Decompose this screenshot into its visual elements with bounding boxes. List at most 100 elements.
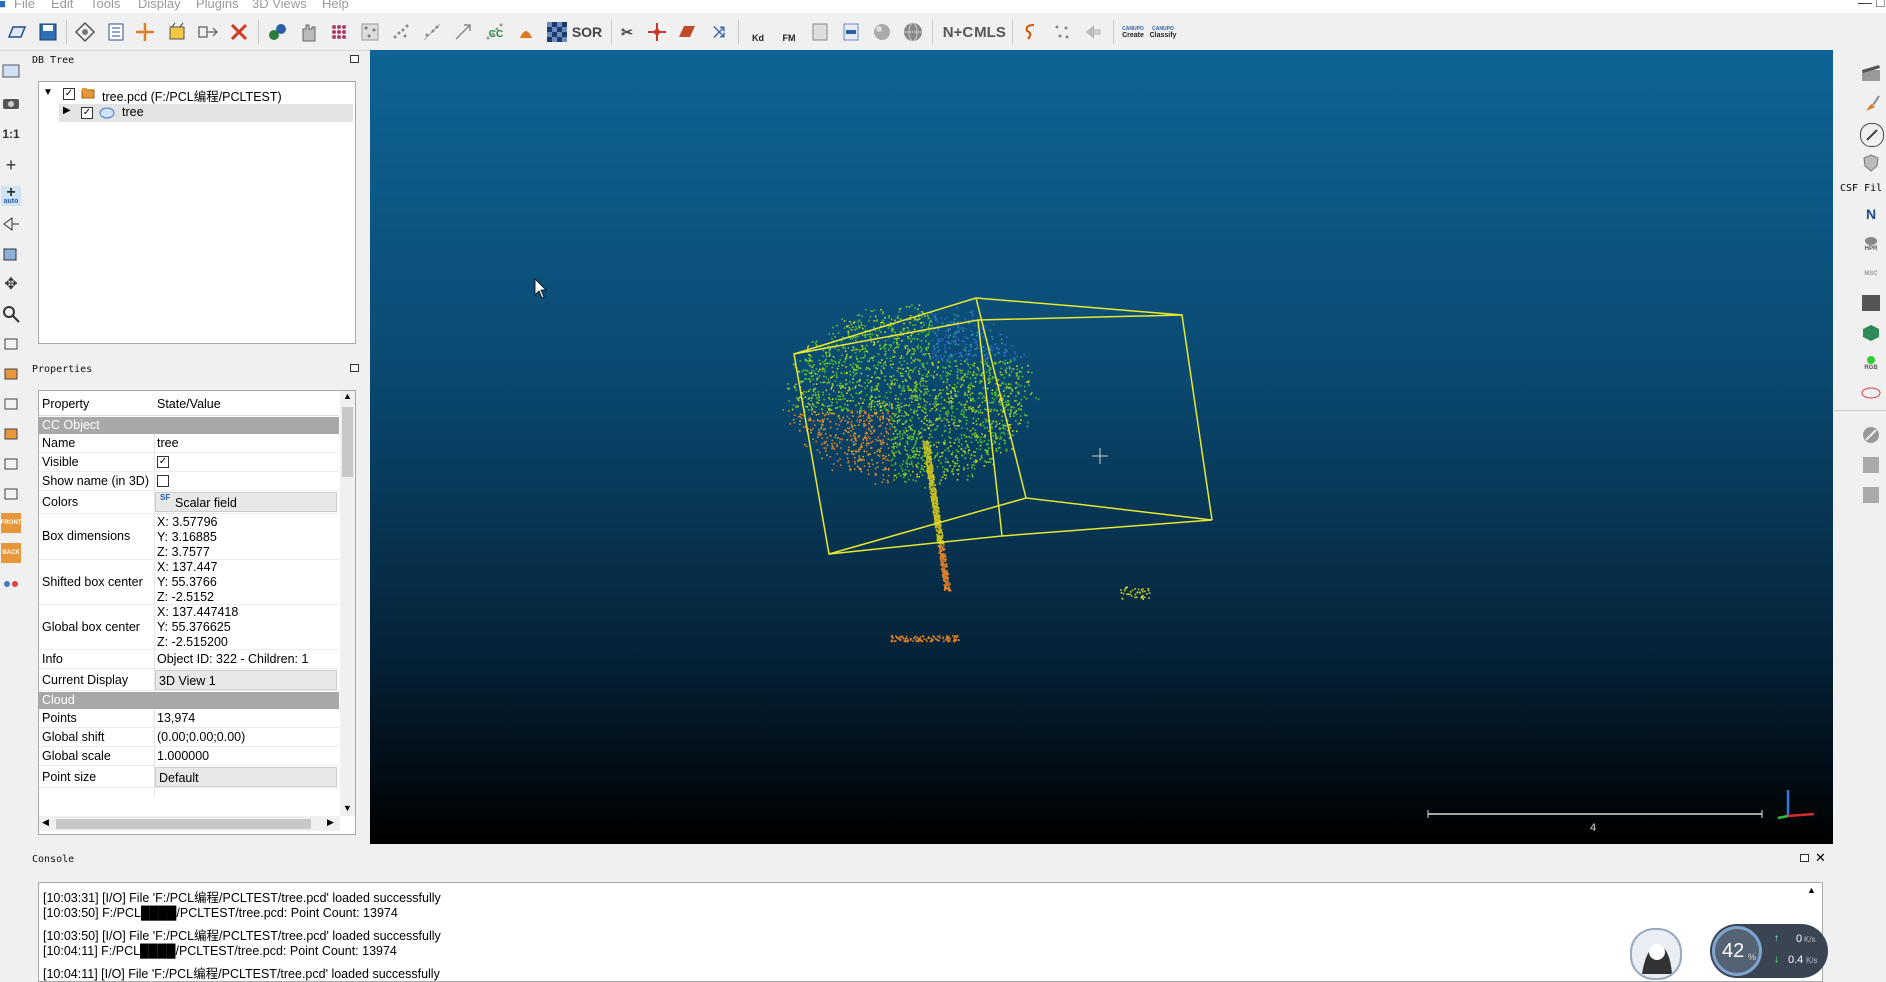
rdv-icon[interactable] [1860, 292, 1882, 314]
network-speed-widget[interactable]: 42 % ↑ 0 K/s ↓ 0.4 K/s [1710, 924, 1828, 978]
delete-icon[interactable] [227, 20, 251, 44]
file-item[interactable]: tree.pcd (F:/PCL编程/PCLTEST) [102, 86, 282, 105]
maximize-button[interactable]: □ [1876, 0, 1884, 10]
north-icon[interactable]: N [1860, 203, 1882, 225]
list-icon[interactable] [104, 20, 128, 44]
compass-icon[interactable] [1860, 123, 1884, 147]
noise-icon[interactable] [389, 20, 413, 44]
menu-display[interactable]: Display [138, 0, 181, 11]
crop-icon[interactable] [165, 20, 189, 44]
file-visible-checkbox[interactable]: ✓ [63, 88, 75, 100]
front-view-icon[interactable] [1, 394, 21, 414]
sor-icon[interactable]: SOR [572, 20, 602, 44]
auto-pivot-button[interactable]: + auto [1, 184, 21, 206]
sphere-icon[interactable] [870, 20, 894, 44]
light-icon[interactable] [1, 244, 21, 264]
export-icon[interactable] [808, 20, 832, 44]
scroll-up-icon[interactable]: ▲ [343, 391, 352, 401]
translate-rotate-icon[interactable] [133, 20, 157, 44]
scale-icon[interactable] [451, 20, 475, 44]
hand-icon[interactable] [296, 20, 320, 44]
clapper-icon[interactable] [1860, 62, 1882, 84]
plane-icon[interactable] [675, 20, 699, 44]
fade-icon[interactable] [1081, 20, 1105, 44]
menu-file[interactable]: File [14, 0, 35, 11]
expand-arrow-icon[interactable]: ▼ [43, 87, 53, 98]
ellipse-icon[interactable] [1860, 382, 1882, 404]
save-icon[interactable] [36, 20, 60, 44]
properties-float-button[interactable] [350, 364, 359, 372]
hscroll-thumb[interactable] [56, 819, 311, 829]
camera-icon[interactable] [1, 93, 21, 113]
view-icon[interactable] [1, 62, 21, 82]
pivot-icon[interactable]: + [1, 155, 21, 175]
graphical-segmentation-icon[interactable] [73, 20, 97, 44]
shield-icon[interactable] [1860, 152, 1882, 174]
perspective-icon[interactable] [1, 214, 21, 234]
current-display-select[interactable]: 3D View 1 [155, 670, 337, 690]
rgb-button[interactable]: RGB [1860, 352, 1882, 374]
menu-tools[interactable]: Tools [90, 0, 120, 11]
menu-plugins[interactable]: Plugins [196, 0, 239, 11]
colors-select[interactable]: SF Scalar field [155, 492, 337, 512]
left-view-icon[interactable] [1, 424, 21, 444]
scroll-down-icon[interactable]: ▼ [343, 803, 352, 813]
iso-view-icon[interactable] [1, 334, 21, 354]
no-entry-icon[interactable] [1860, 424, 1882, 446]
sample-points-icon[interactable] [327, 20, 351, 44]
fm-icon[interactable]: FM [777, 20, 801, 44]
canupo-create-icon[interactable]: CANUPO Create [1121, 20, 1145, 44]
db-tree-float-button[interactable] [350, 55, 359, 63]
front-view-button[interactable]: FRONT [1, 513, 21, 533]
brush-icon[interactable] [1860, 93, 1882, 115]
translate-icon[interactable]: ✥ [1, 274, 21, 294]
fox-icon[interactable] [514, 20, 538, 44]
subsample-icon[interactable] [358, 20, 382, 44]
move-icon[interactable] [645, 20, 669, 44]
canupo-classify-icon[interactable]: CANUPO Classify [1150, 20, 1177, 44]
properties-hscrollbar[interactable]: ◀ ▶ [39, 816, 340, 831]
register-icon[interactable]: ⤨ [707, 20, 731, 44]
merge-icon[interactable] [196, 20, 220, 44]
msc-button[interactable]: MSC [1860, 263, 1882, 285]
cc-label[interactable]: CC [483, 22, 509, 46]
minimize-button[interactable]: — [1858, 0, 1872, 10]
vscroll-thumb[interactable] [342, 407, 353, 477]
menu-3d-views[interactable]: 3D Views [252, 0, 307, 11]
scatter-icon[interactable] [420, 20, 444, 44]
cloud-item[interactable]: tree [122, 105, 144, 119]
top-view-icon[interactable] [1, 364, 21, 384]
ntc-icon[interactable]: N+C [943, 20, 973, 44]
export-tool-icon[interactable] [1860, 454, 1882, 476]
3d-view[interactable]: 4 [370, 50, 1833, 844]
console-scroll-up-icon[interactable]: ▲ [1807, 885, 1816, 895]
zoom-icon[interactable] [1, 304, 21, 324]
menu-help[interactable]: Help [322, 0, 349, 11]
back-view-button[interactable]: BACK [1, 543, 21, 563]
point-size-select[interactable]: Default [155, 767, 337, 787]
avatar[interactable] [1630, 928, 1682, 980]
cloud-visible-checkbox[interactable]: ✓ [81, 107, 93, 119]
globe-icon[interactable] [901, 20, 925, 44]
points-icon[interactable] [1050, 20, 1074, 44]
one-to-one-button[interactable]: 1:1 [1, 124, 21, 144]
cube-icon[interactable] [1860, 322, 1882, 344]
kd-icon[interactable]: Kd [746, 20, 770, 44]
console-float-button[interactable] [1800, 854, 1809, 862]
clone-icon[interactable] [265, 20, 289, 44]
import-tool-icon[interactable] [1860, 484, 1882, 506]
stereo-icon[interactable] [1, 574, 21, 594]
s-icon[interactable] [1018, 20, 1042, 44]
scissors-icon[interactable]: ✂ [615, 20, 639, 44]
csf-filter-label[interactable]: CSF Fil [1840, 183, 1882, 194]
csv-icon[interactable] [839, 20, 863, 44]
menu-edit[interactable]: Edit [51, 0, 73, 11]
collapse-arrow-icon[interactable]: ▶ [63, 105, 71, 116]
console-close-icon[interactable]: ✕ [1815, 850, 1826, 866]
mls-icon[interactable]: MLS [974, 20, 1006, 44]
checker-icon[interactable] [545, 20, 569, 44]
show-name-checkbox[interactable] [157, 475, 169, 487]
hpr-button[interactable]: HPR [1860, 233, 1882, 255]
visible-checkbox[interactable]: ✓ [157, 456, 169, 468]
bottom-view-icon[interactable] [1, 484, 21, 504]
